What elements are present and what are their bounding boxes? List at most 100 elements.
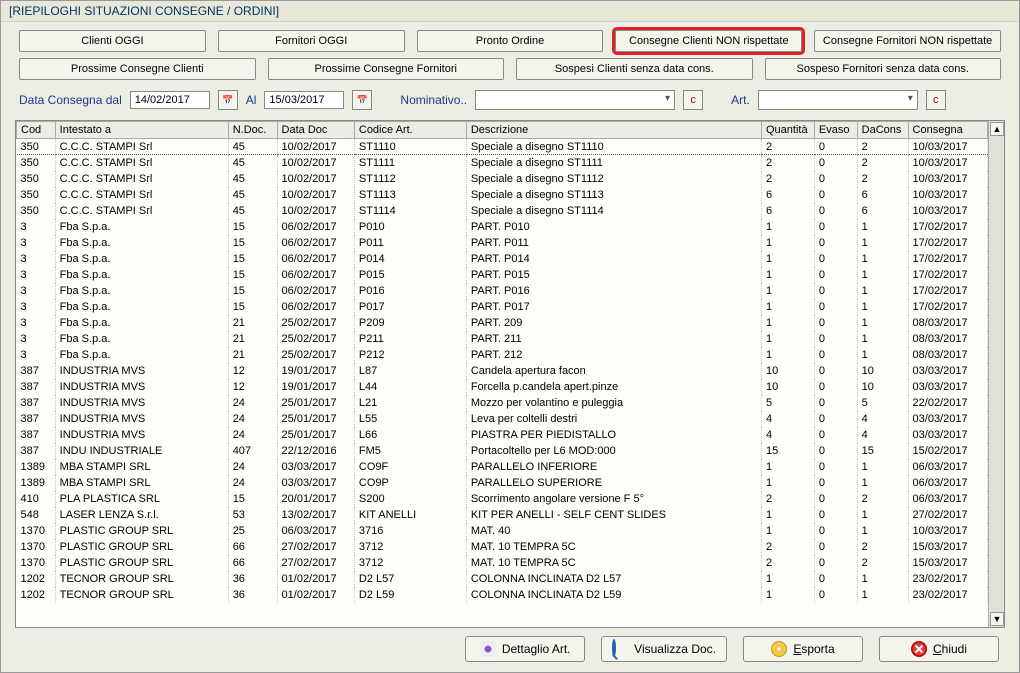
cell-ndoc: 15 [228,251,277,267]
table-row[interactable]: 1370PLASTIC GROUP SRL6627/02/20173712MAT… [17,555,988,571]
cell-cod: 387 [17,395,56,411]
nominativo-combo[interactable] [475,90,675,110]
table-row[interactable]: 1370PLASTIC GROUP SRL6627/02/20173712MAT… [17,539,988,555]
col-ndoc[interactable]: N.Doc. [228,122,277,139]
cell-name: Fba S.p.a. [55,331,228,347]
clear-nominativo-button[interactable]: c [683,90,703,110]
tab-pronto-ordine[interactable]: Pronto Ordine [417,30,604,52]
scroll-down-icon[interactable]: ▼ [990,612,1004,626]
calendar-to-button[interactable]: 📅 [352,90,372,110]
scroll-up-icon[interactable]: ▲ [990,122,1004,136]
cell-cod: 387 [17,427,56,443]
cell-cart: L44 [354,379,466,395]
cell-qta: 1 [761,283,814,299]
col-consegna[interactable]: Consegna [908,122,987,139]
cell-ndoc: 36 [228,571,277,587]
date-to-input[interactable] [264,91,344,109]
cell-name: INDUSTRIA MVS [55,363,228,379]
table-row[interactable]: 387INDUSTRIA MVS2425/01/2017L21Mozzo per… [17,395,988,411]
col-quantita[interactable]: Quantità [761,122,814,139]
table-row[interactable]: 1389MBA STAMPI SRL2403/03/2017CO9PPARALL… [17,475,988,491]
table-row[interactable]: 3Fba S.p.a.1506/02/2017P017PART. P017101… [17,299,988,315]
cell-cod: 3 [17,219,56,235]
table-row[interactable]: 3Fba S.p.a.2125/02/2017P211PART. 2111010… [17,331,988,347]
cell-qta: 6 [761,203,814,219]
table-row[interactable]: 387INDUSTRIA MVS1219/01/2017L44Forcella … [17,379,988,395]
cell-qta: 1 [761,587,814,603]
table-row[interactable]: 1202TECNOR GROUP SRL3601/02/2017D2 L57CO… [17,571,988,587]
vertical-scrollbar[interactable]: ▲ ▼ [988,121,1004,627]
tab-fornitori-oggi[interactable]: Fornitori OGGI [218,30,405,52]
visualizza-doc-button[interactable]: Visualizza Doc. [601,636,727,662]
cell-cons: 17/02/2017 [908,283,987,299]
table-row[interactable]: 3Fba S.p.a.2125/02/2017P212PART. 2121010… [17,347,988,363]
col-intestato[interactable]: Intestato a [55,122,228,139]
chiudi-button[interactable]: ChiudiChiudi [879,636,999,662]
col-codart[interactable]: Codice Art. [354,122,466,139]
clear-art-button[interactable]: c [926,90,946,110]
cell-cons: 27/02/2017 [908,507,987,523]
table-row[interactable]: 1202TECNOR GROUP SRL3601/02/2017D2 L59CO… [17,587,988,603]
table-row[interactable]: 1370PLASTIC GROUP SRL2506/03/20173716MAT… [17,523,988,539]
table-row[interactable]: 387INDUSTRIA MVS1219/01/2017L87Candela a… [17,363,988,379]
table-row[interactable]: 3Fba S.p.a.1506/02/2017P015PART. P015101… [17,267,988,283]
calendar-from-button[interactable]: 📅 [218,90,238,110]
tab-prossime-fornitori[interactable]: Prossime Consegne Fornitori [268,58,505,80]
cell-cod: 1202 [17,571,56,587]
table-row[interactable]: 387INDU INDUSTRIALE40722/12/2016FM5Porta… [17,443,988,459]
tab-clienti-oggi[interactable]: Clienti OGGI [19,30,206,52]
table-row[interactable]: 387INDUSTRIA MVS2425/01/2017L55Leva per … [17,411,988,427]
cell-ev: 0 [814,267,857,283]
table-row[interactable]: 548LASER LENZA S.r.l.5313/02/2017KIT ANE… [17,507,988,523]
cell-cons: 23/02/2017 [908,587,987,603]
cell-dc: 1 [857,299,908,315]
cell-cons: 23/02/2017 [908,571,987,587]
col-cod[interactable]: Cod [17,122,56,139]
dettaglio-art-button[interactable]: Dettaglio Art. [465,636,585,662]
table-row[interactable]: 1389MBA STAMPI SRL2403/03/2017CO9FPARALL… [17,459,988,475]
esporta-button[interactable]: EEsportasporta [743,636,863,662]
table-row[interactable]: 3Fba S.p.a.1506/02/2017P014PART. P014101… [17,251,988,267]
col-dacons[interactable]: DaCons [857,122,908,139]
table-row[interactable]: 350C.C.C. STAMPI Srl4510/02/2017ST1114Sp… [17,203,988,219]
date-from-input[interactable] [130,91,210,109]
table-row[interactable]: 3Fba S.p.a.1506/02/2017P011PART. P011101… [17,235,988,251]
col-datadoc[interactable]: Data Doc [277,122,354,139]
col-evaso[interactable]: Evaso [814,122,857,139]
cell-name: PLASTIC GROUP SRL [55,539,228,555]
cell-name: Fba S.p.a. [55,251,228,267]
cell-cart: D2 L59 [354,587,466,603]
cell-qta: 1 [761,251,814,267]
tab-sospesi-clienti[interactable]: Sospesi Clienti senza data cons. [516,58,753,80]
cell-ev: 0 [814,539,857,555]
table-row[interactable]: 350C.C.C. STAMPI Srl4510/02/2017ST1111Sp… [17,155,988,171]
cell-dc: 1 [857,507,908,523]
table-row[interactable]: 3Fba S.p.a.1506/02/2017P016PART. P016101… [17,283,988,299]
tab-prossime-clienti[interactable]: Prossime Consegne Clienti [19,58,256,80]
cell-cod: 387 [17,411,56,427]
tab-sospeso-fornitori[interactable]: Sospeso Fornitori senza data cons. [765,58,1002,80]
art-combo[interactable] [758,90,918,110]
table-row[interactable]: 350C.C.C. STAMPI Srl4510/02/2017ST1113Sp… [17,187,988,203]
tab-consegne-clienti-non[interactable]: Consegne Clienti NON rispettate [615,30,802,52]
cell-name: C.C.C. STAMPI Srl [55,203,228,219]
tab-consegne-fornitori-non[interactable]: Consegne Fornitori NON rispettate [814,30,1001,52]
cell-name: C.C.C. STAMPI Srl [55,139,228,155]
cell-ndoc: 15 [228,299,277,315]
cell-ndoc: 45 [228,139,277,155]
bottom-toolbar: Dettaglio Art. Visualizza Doc. EEsportas… [1,628,1019,672]
table-row[interactable]: 3Fba S.p.a.2125/02/2017P209PART. 2091010… [17,315,988,331]
cell-ev: 0 [814,475,857,491]
table-row[interactable]: 3Fba S.p.a.1506/02/2017P010PART. P010101… [17,219,988,235]
cell-qta: 2 [761,155,814,171]
table-row[interactable]: 387INDUSTRIA MVS2425/01/2017L66PIASTRA P… [17,427,988,443]
cell-name: Fba S.p.a. [55,283,228,299]
cell-cons: 17/02/2017 [908,267,987,283]
table-row[interactable]: 350C.C.C. STAMPI Srl4510/02/2017ST1110Sp… [17,139,988,155]
table-row[interactable]: 350C.C.C. STAMPI Srl4510/02/2017ST1112Sp… [17,171,988,187]
cell-ndoc: 66 [228,555,277,571]
col-descr[interactable]: Descrizione [466,122,761,139]
cell-desc: PART. P011 [466,235,761,251]
label-art: Art. [731,93,750,107]
table-row[interactable]: 410PLA PLASTICA SRL1520/01/2017S200Scorr… [17,491,988,507]
